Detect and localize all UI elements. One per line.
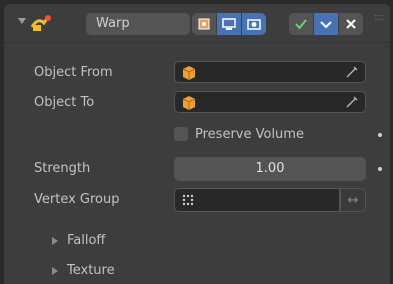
modifier-name-field[interactable]: Warp	[86, 13, 190, 35]
apply-check-icon	[295, 19, 307, 30]
object-from-row: Object From	[4, 61, 390, 85]
vertex-group-icon	[182, 194, 194, 206]
expand-arrow-icon	[52, 267, 58, 275]
preserve-volume-row: Preserve Volume	[4, 123, 390, 147]
close-button[interactable]	[339, 13, 363, 35]
strength-row: Strength 1.00	[4, 157, 390, 181]
object-to-field[interactable]	[174, 91, 366, 113]
edit-mode-button[interactable]	[192, 13, 216, 35]
keyframe-dot-icon[interactable]	[378, 133, 382, 137]
warp-modifier-icon	[30, 15, 51, 31]
eyedropper-icon[interactable]	[345, 95, 359, 109]
expand-arrow-icon	[52, 237, 58, 245]
eyedropper-icon[interactable]	[345, 65, 359, 79]
keyframe-dot-icon[interactable]	[378, 167, 382, 171]
render-icon	[247, 19, 261, 30]
dropdown-chevron-icon	[320, 21, 332, 29]
collapse-arrow-icon[interactable]	[18, 18, 26, 24]
falloff-subpanel[interactable]: Falloff	[4, 229, 390, 253]
object-from-field[interactable]	[174, 61, 366, 83]
object-to-row: Object To	[4, 91, 390, 115]
texture-label: Texture	[67, 263, 115, 278]
apply-buttons	[289, 13, 364, 35]
invert-vertex-group-button[interactable]: ↔	[340, 188, 366, 212]
vertex-group-label: Vertex Group	[34, 192, 120, 207]
vertex-group-row: Vertex Group ↔	[4, 188, 390, 212]
object-to-label: Object To	[34, 95, 95, 110]
modifier-header: Warp::::	[4, 4, 390, 43]
realtime-button[interactable]	[217, 13, 241, 35]
swap-arrows-icon: ↔	[347, 192, 359, 208]
apply-check-button[interactable]	[289, 13, 313, 35]
close-icon	[346, 19, 356, 29]
texture-subpanel[interactable]: Texture	[4, 259, 390, 283]
object-from-label: Object From	[34, 65, 113, 80]
preserve-volume-checkbox[interactable]	[174, 127, 188, 141]
realtime-icon	[222, 18, 236, 30]
visibility-buttons	[192, 13, 267, 35]
dropdown-button[interactable]	[314, 13, 338, 35]
object-cube-icon	[182, 66, 196, 80]
vertex-group-field[interactable]	[174, 188, 340, 212]
edit-mode-icon	[198, 18, 210, 30]
drag-handle-icon[interactable]: ::::	[374, 12, 385, 23]
render-button[interactable]	[242, 13, 266, 35]
object-cube-icon	[182, 96, 196, 110]
strength-field[interactable]: 1.00	[174, 157, 366, 181]
preserve-volume-label[interactable]: Preserve Volume	[195, 127, 304, 142]
strength-label: Strength	[34, 161, 91, 176]
falloff-label: Falloff	[67, 233, 106, 248]
